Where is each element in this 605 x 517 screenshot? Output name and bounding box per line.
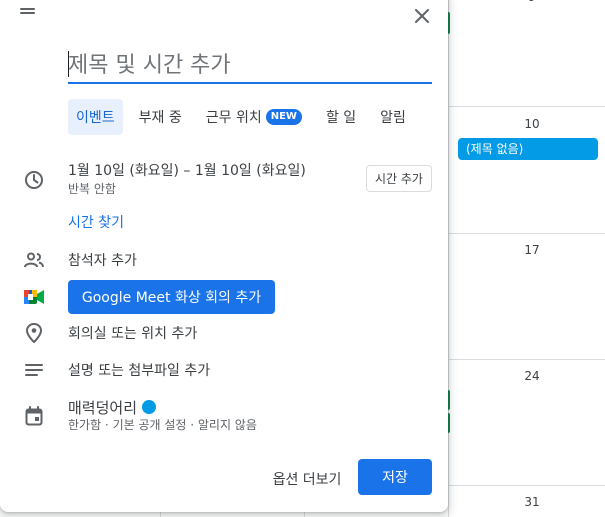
find-time-link[interactable]: 시간 찾기 bbox=[68, 212, 124, 232]
date-cell-number[interactable]: 9 bbox=[517, 0, 547, 4]
calendar-settings-text[interactable]: 한가함 · 기본 공개 설정 · 알리지 않음 bbox=[68, 416, 257, 433]
tab-reminder[interactable]: 알림 bbox=[372, 99, 414, 135]
close-button[interactable] bbox=[408, 2, 436, 30]
event-chip-untitled[interactable]: (제목 없음) bbox=[458, 138, 598, 160]
date-cell-number[interactable]: 10 bbox=[517, 117, 547, 131]
tab-label: 부재 중 bbox=[138, 110, 182, 126]
tab-label: 근무 위치 bbox=[205, 110, 262, 126]
date-cell-number[interactable]: 24 bbox=[517, 369, 547, 383]
close-icon bbox=[415, 9, 429, 23]
more-options-button[interactable]: 옵션 더보기 bbox=[264, 461, 350, 497]
date-range-text[interactable]: 1월 10일 (화요일) – 1월 10일 (화요일) bbox=[68, 160, 306, 180]
add-google-meet-button[interactable]: Google Meet 화상 회의 추가 bbox=[68, 280, 275, 314]
calendar-icon bbox=[22, 404, 46, 428]
tab-out-of-office[interactable]: 부재 중 bbox=[131, 99, 190, 135]
clock-icon bbox=[22, 168, 46, 192]
quick-event-dialog: 이벤트 부재 중 근무 위치 NEW 할 일 알림 1월 10일 (화요일) –… bbox=[0, 0, 448, 512]
more-options-label: 옵션 더보기 bbox=[272, 472, 342, 488]
add-time-button[interactable]: 시간 추가 bbox=[366, 165, 432, 192]
title-field[interactable] bbox=[68, 48, 432, 84]
location-pin-icon bbox=[22, 321, 46, 345]
save-button[interactable]: 저장 bbox=[358, 459, 432, 495]
tab-working-location[interactable]: 근무 위치 NEW bbox=[198, 99, 310, 135]
event-type-tabs: 이벤트 부재 중 근무 위치 NEW 할 일 알림 bbox=[68, 99, 422, 135]
google-meet-icon bbox=[22, 285, 46, 309]
calendar-color-dot[interactable] bbox=[142, 400, 156, 414]
repeat-text[interactable]: 반복 안함 bbox=[68, 180, 116, 197]
tab-label: 이벤트 bbox=[76, 110, 115, 126]
add-location-field[interactable]: 회의실 또는 위치 추가 bbox=[68, 323, 197, 343]
date-cell-number[interactable]: 17 bbox=[517, 243, 547, 257]
meet-button-label: Google Meet 화상 회의 추가 bbox=[81, 290, 262, 306]
tab-label: 할 일 bbox=[325, 110, 357, 126]
title-input[interactable] bbox=[68, 48, 432, 82]
tab-task[interactable]: 할 일 bbox=[318, 99, 364, 135]
date-cell-number[interactable]: 31 bbox=[517, 495, 547, 509]
tab-event[interactable]: 이벤트 bbox=[68, 99, 123, 135]
drag-handle-icon[interactable] bbox=[20, 8, 35, 16]
description-icon bbox=[22, 358, 46, 382]
save-label: 저장 bbox=[382, 470, 408, 486]
add-description-field[interactable]: 설명 또는 첨부파일 추가 bbox=[68, 360, 210, 380]
tab-label: 알림 bbox=[380, 110, 406, 126]
calendar-owner-name[interactable]: 매력덩어리 bbox=[68, 397, 137, 418]
new-badge: NEW bbox=[265, 109, 302, 125]
grid-column-divider bbox=[448, 0, 449, 517]
people-icon bbox=[22, 248, 46, 272]
add-guests-field[interactable]: 참석자 추가 bbox=[68, 250, 137, 270]
